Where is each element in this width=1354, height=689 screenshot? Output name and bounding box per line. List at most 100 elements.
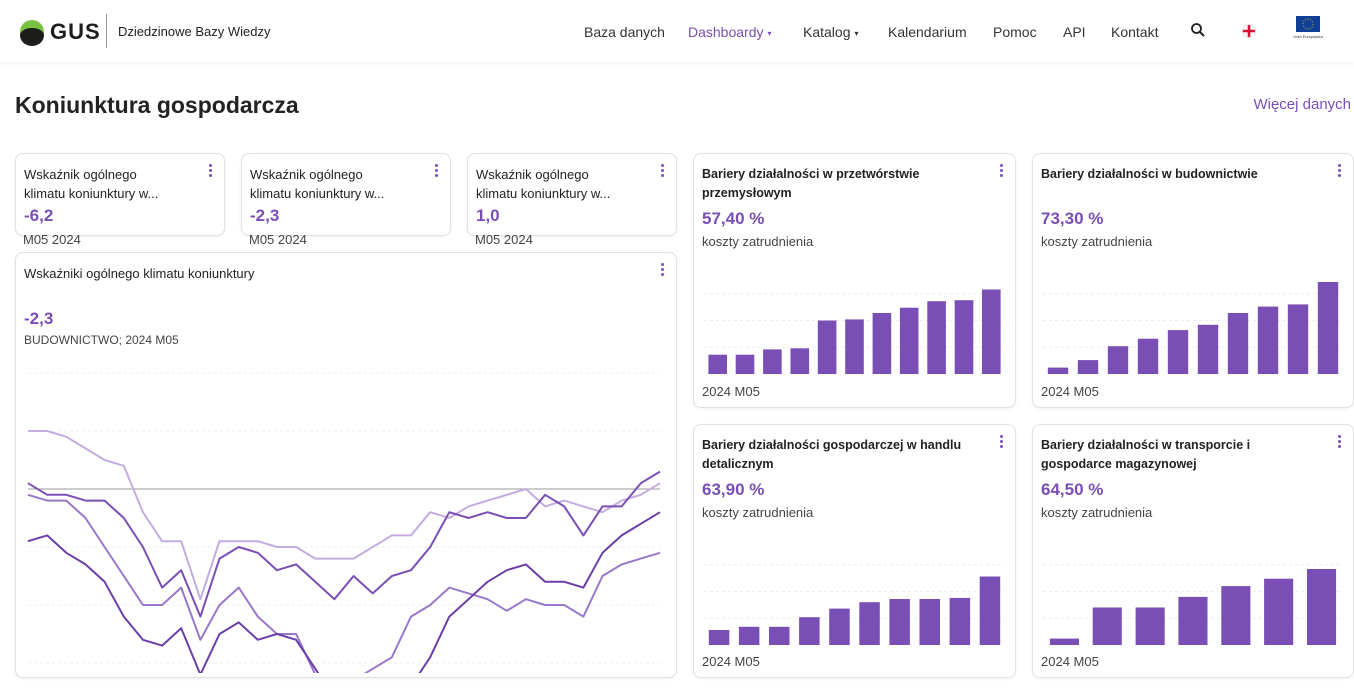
line-chart-plot [27,372,661,673]
bar-chart-card[interactable]: Bariery działalności w transporcie i gosp… [1032,424,1354,678]
bar-chart-plot [1043,282,1343,374]
bar-chart-plot [704,289,1005,374]
more-data-link[interactable]: Więcej danych [1253,96,1351,113]
bar [872,313,892,374]
kpi-title-line1: Wskaźnik ogólnego [476,167,589,182]
bar [845,319,864,374]
logo-text: GUS [50,19,101,44]
bar-card-title: Bariery działalności gospodarczej w hand… [702,436,961,474]
series-line [27,511,661,673]
bar-card-subtitle: koszty zatrudnienia [702,234,814,249]
bar-card-value: 63,90 % [702,480,765,499]
bar [829,608,850,645]
more-options-icon[interactable] [432,164,440,180]
kpi-card[interactable]: Wskaźnik ogólnego klimatu koniunktury w..… [467,153,677,236]
line-chart-title: Wskaźniki ogólnego klimatu koniunktury [24,266,255,281]
bar [1167,330,1189,374]
bar [954,300,974,374]
bar [1227,313,1249,374]
more-options-icon[interactable] [206,164,214,180]
search-icon[interactable] [1190,22,1206,38]
kpi-value: 1,0 [476,206,500,225]
chevron-down-icon: ▾ [767,28,772,38]
nav-kalendarium[interactable]: Kalendarium [888,24,967,40]
bar [889,599,910,645]
more-options-icon[interactable] [997,435,1005,451]
bar [1047,367,1069,374]
bar [982,289,1001,374]
bar-chart-card[interactable]: Bariery działalności w budownictwie 73,3… [1032,153,1354,408]
bar [919,599,940,645]
bar [949,597,971,645]
kpi-card[interactable]: Wskaźnik ogólnego klimatu koniunktury w..… [241,153,451,236]
bar [899,307,919,374]
bar-card-title-line1: Bariery działalności w transporcie i [1041,438,1251,452]
bar [1135,607,1165,645]
kpi-date: M05 2024 [475,232,533,247]
kpi-title-line2: klimatu koniunktury w... [250,186,385,201]
line-chart-card[interactable]: Wskaźniki ogólnego klimatu koniunktury -… [15,252,677,678]
more-options-icon[interactable] [997,164,1005,180]
bar-card-value: 64,50 % [1041,480,1104,499]
kpi-date: M05 2024 [23,232,81,247]
bar [708,630,730,645]
bar [763,349,782,374]
series-line [27,493,661,673]
bar-card-subtitle: koszty zatrudnienia [1041,234,1153,249]
bar-card-title-line2: gospodarce magazynowej [1041,457,1197,471]
logo-divider [106,14,107,48]
chevron-down-icon: ▾ [854,28,859,38]
bar-card-value: 73,30 % [1041,209,1104,228]
bar-card-date: 2024 M05 [702,654,760,669]
bar-card-date: 2024 M05 [1041,654,1099,669]
bar-card-title: Bariery działalności w transporcie i gosp… [1041,436,1250,474]
bar [738,626,760,645]
bar-card-value: 57,40 % [702,209,765,228]
bar [859,602,880,645]
bar [1287,304,1309,374]
kpi-card-title: Wskaźnik ogólnego klimatu koniunktury w..… [476,165,610,203]
site-name[interactable]: Dziedzinowe Bazy Wiedzy [118,24,270,39]
more-options-icon[interactable] [1335,164,1343,180]
nav-kontakt[interactable]: Kontakt [1111,24,1158,40]
kpi-card-title: Wskaźnik ogólnego klimatu koniunktury w..… [250,165,384,203]
bar [1092,607,1122,645]
kpi-value: -6,2 [24,206,54,225]
kpi-card[interactable]: Wskaźnik ogólnego klimatu koniunktury w..… [15,153,225,236]
top-navigation-bar: GUS Dziedzinowe Bazy Wiedzy Baza danych … [0,0,1354,62]
more-options-icon[interactable] [658,263,666,279]
line-chart-subtitle: BUDOWNICTWO; 2024 M05 [24,333,179,347]
gus-logo[interactable]: GUS [20,18,112,46]
line-chart-value: -2,3 [24,309,54,328]
bar [817,320,837,374]
bar-card-title-line2: detalicznym [702,457,774,471]
bar-card-title-line2: przemysłowym [702,186,792,200]
bar [1307,569,1337,645]
bar [1197,324,1219,374]
series-line [27,470,661,618]
nav-katalog-label: Katalog [803,24,851,40]
bar [790,348,810,374]
bar-chart-card[interactable]: Bariery działalności w przetwórstwie prze… [693,153,1016,408]
more-options-icon[interactable] [658,164,666,180]
bar [799,617,820,645]
nav-pomoc[interactable]: Pomoc [993,24,1037,40]
kpi-title-line2: klimatu koniunktury w... [476,186,611,201]
uk-flag-icon[interactable] [1242,24,1256,38]
nav-dashboardy[interactable]: Dashboardy ▾ [688,24,772,40]
bar [979,576,1001,645]
bar-chart-card[interactable]: Bariery działalności gospodarczej w hand… [693,424,1016,678]
bar [769,626,790,645]
page-title: Koniunktura gospodarcza [15,92,299,118]
nav-dashboardy-label: Dashboardy [688,24,764,40]
kpi-card-title: Wskaźnik ogólnego klimatu koniunktury w..… [24,165,158,203]
nav-api[interactable]: API [1063,24,1086,40]
bar [1137,338,1159,374]
nav-katalog[interactable]: Katalog ▾ [803,24,859,40]
bar [1077,360,1099,374]
bar-card-date: 2024 M05 [702,384,760,399]
more-options-icon[interactable] [1335,435,1343,451]
bar-card-subtitle: koszty zatrudnienia [1041,505,1153,520]
bar-card-title: Bariery działalności w przetwórstwie prze… [702,165,919,203]
nav-baza-danych[interactable]: Baza danych [584,24,665,40]
